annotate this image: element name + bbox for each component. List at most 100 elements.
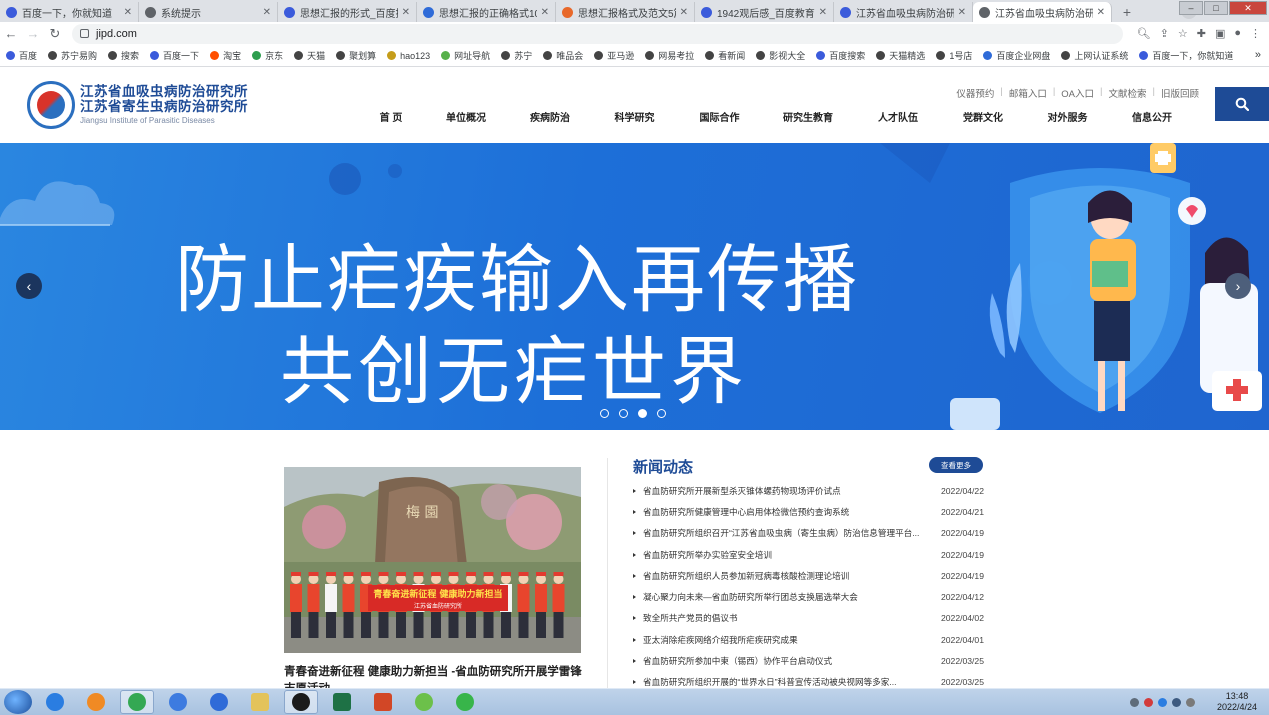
bookmark-item[interactable]: 天猫精选 — [876, 49, 925, 62]
tray-monitor-icon[interactable] — [1172, 697, 1181, 707]
news-item[interactable]: 省血防研究所举办实验室安全培训 2022/04/19 — [633, 544, 984, 565]
start-button[interactable] — [4, 690, 32, 714]
bookmark-item[interactable]: 看新闻 — [705, 49, 745, 62]
sidepanel-icon[interactable]: ▣ — [1215, 27, 1225, 40]
taskbar-app-baidu-netdisk[interactable] — [202, 690, 236, 714]
nav-item[interactable]: 疾病防治 — [508, 109, 592, 124]
taskbar-app-chrome[interactable] — [120, 690, 154, 714]
bookmark-item[interactable]: 聚划算 — [336, 49, 376, 62]
browser-tab[interactable]: 江苏省血吸虫病防治研究所 ✕ — [834, 2, 973, 22]
tab-close-icon[interactable]: ✕ — [263, 7, 271, 18]
tray-volume-icon[interactable] — [1186, 697, 1195, 707]
tab-close-icon[interactable]: ✕ — [680, 7, 688, 18]
extensions-icon[interactable]: ✚ — [1197, 27, 1206, 40]
profile-icon[interactable]: ● — [1234, 27, 1241, 40]
banner-dot[interactable] — [600, 409, 609, 418]
nav-item[interactable]: 研究生教育 — [762, 109, 854, 124]
banner-dot[interactable] — [638, 409, 647, 418]
util-link[interactable]: 文献检索 — [1109, 86, 1147, 100]
bookmark-item[interactable]: hao123 — [387, 51, 430, 61]
taskbar-app-explorer[interactable] — [243, 690, 277, 714]
browser-tab[interactable]: 百度一下，你就知道 ✕ — [0, 2, 139, 22]
banner-next-button[interactable]: › — [1225, 273, 1251, 299]
bookmark-item[interactable]: 百度 — [6, 49, 37, 62]
minimize-button[interactable]: – — [1179, 1, 1203, 15]
maximize-button[interactable]: □ — [1204, 1, 1228, 15]
news-more-button[interactable]: 查看更多 — [929, 457, 983, 473]
browser-tab[interactable]: 思想汇报的形式_百度搜索 ✕ — [278, 2, 417, 22]
tab-close-icon[interactable]: ✕ — [1097, 7, 1105, 18]
tab-close-icon[interactable]: ✕ — [958, 7, 966, 18]
bookmark-item[interactable]: 苏宁 — [501, 49, 532, 62]
nav-item[interactable]: 对外服务 — [1024, 109, 1111, 124]
bookmark-item[interactable]: 苏宁易购 — [48, 49, 97, 62]
bookmark-item[interactable]: 上网认证系统 — [1061, 49, 1128, 62]
util-link[interactable]: 邮箱入口 — [1009, 86, 1047, 100]
star-icon[interactable]: ☆ — [1178, 27, 1188, 40]
nav-item[interactable]: 人才队伍 — [854, 109, 942, 124]
browser-tab[interactable]: 1942观后感_百度教育 ✕ — [695, 2, 834, 22]
bookmark-item[interactable]: 百度企业网盘 — [983, 49, 1050, 62]
banner-prev-button[interactable]: ‹ — [16, 273, 42, 299]
site-logo[interactable]: 江苏省血吸虫病防治研究所 江苏省寄生虫病防治研究所 Jiangsu Instit… — [27, 81, 248, 129]
taskbar-app-360-browser[interactable] — [407, 690, 441, 714]
nav-item[interactable]: 科学研究 — [592, 109, 677, 124]
nav-item[interactable]: 单位概况 — [424, 109, 508, 124]
browser-tab[interactable]: 江苏省血吸虫病防治研究所 ✕ — [973, 2, 1112, 22]
news-item[interactable]: 亚太消除疟疾网络介绍我所疟疾研究成果 2022/04/01 — [633, 629, 984, 650]
taskbar-app-excel[interactable] — [325, 690, 359, 714]
bookmark-item[interactable]: 百度一下 — [150, 49, 199, 62]
taskbar-app-kugou[interactable] — [38, 690, 72, 714]
nav-item[interactable]: 首 页 — [358, 109, 424, 124]
taskbar-app-presentation[interactable] — [366, 690, 400, 714]
tab-close-icon[interactable]: ✕ — [541, 7, 549, 18]
news-item[interactable]: 省血防研究所组织人员参加新冠病毒核酸检测理论培训 2022/04/19 — [633, 565, 984, 586]
bookmarks-overflow-icon[interactable]: » — [1255, 49, 1261, 61]
nav-item[interactable]: 党群文化 — [942, 109, 1024, 124]
browser-tab[interactable]: 思想汇报的正确格式10篇 ✕ — [417, 2, 556, 22]
bookmark-item[interactable]: 亚马逊 — [594, 49, 634, 62]
bookmark-item[interactable]: 百度一下，你就知道 — [1139, 49, 1233, 62]
bookmark-item[interactable]: 淘宝 — [210, 49, 241, 62]
reload-icon[interactable]: ↻ — [44, 26, 66, 42]
bookmark-item[interactable]: 京东 — [252, 49, 283, 62]
banner-dot[interactable] — [619, 409, 628, 418]
bookmark-item[interactable]: 网易考拉 — [645, 49, 694, 62]
util-link[interactable]: 仪器预约 — [956, 86, 994, 100]
bookmark-item[interactable]: 网址导航 — [441, 49, 490, 62]
zoom-icon[interactable]: 🔍︎ — [1137, 27, 1151, 40]
bookmark-item[interactable]: 百度搜索 — [816, 49, 865, 62]
close-window-button[interactable]: ✕ — [1229, 1, 1267, 15]
system-clock[interactable]: 13:48 2022/4/24 — [1213, 691, 1261, 713]
hero-banner[interactable]: 防止疟疾输入再传播 共创无疟世界 ‹ › — [0, 143, 1269, 430]
featured-news-photo[interactable]: 梅 園 青春奋进新征程 健康助力新担当 江苏省血防研究所 — [284, 467, 581, 653]
news-item[interactable]: 省血防研究所组织召开“江苏省血吸虫病（寄生虫病）防治信息管理平台... 2022/… — [633, 523, 984, 544]
new-tab-button[interactable]: + — [1118, 3, 1136, 21]
bookmark-item[interactable]: 影视大全 — [756, 49, 805, 62]
tab-close-icon[interactable]: ✕ — [124, 7, 132, 18]
address-bar[interactable]: jipd.com — [72, 23, 1123, 44]
menu-icon[interactable]: ⋮ — [1250, 27, 1261, 40]
news-item[interactable]: 致全所共产党员的倡议书 2022/04/02 — [633, 608, 984, 629]
taskbar-app-sogou[interactable] — [161, 690, 195, 714]
browser-tab[interactable]: 系统提示 ✕ — [139, 2, 278, 22]
tab-close-icon[interactable]: ✕ — [402, 7, 410, 18]
bookmark-item[interactable]: 唯品会 — [543, 49, 583, 62]
banner-dot[interactable] — [657, 409, 666, 418]
share-icon[interactable]: ⇪ — [1160, 27, 1169, 40]
news-item[interactable]: 省血防研究所开展新型杀灭锥体螺药物现场评价试点 2022/04/22 — [633, 480, 984, 501]
taskbar-app-qq[interactable] — [284, 690, 318, 714]
taskbar-app-player[interactable] — [448, 690, 482, 714]
forward-icon[interactable]: → — [22, 26, 44, 41]
tray-network-icon[interactable] — [1158, 697, 1167, 707]
util-link[interactable]: OA入口 — [1061, 86, 1094, 100]
bookmark-item[interactable]: 1号店 — [936, 49, 972, 62]
site-search-button[interactable] — [1215, 87, 1269, 121]
back-icon[interactable]: ← — [0, 26, 22, 41]
news-item[interactable]: 省血防研究所参加中柬（锡西）协作平台启动仪式 2022/03/25 — [633, 650, 984, 671]
tray-antivirus-icon[interactable] — [1144, 697, 1153, 707]
news-item[interactable]: 省血防研究所健康管理中心启用体检微信预约查询系统 2022/04/21 — [633, 501, 984, 522]
nav-item[interactable]: 国际合作 — [677, 109, 762, 124]
taskbar-app-video[interactable] — [79, 690, 113, 714]
nav-item[interactable]: 信息公开 — [1111, 109, 1193, 124]
